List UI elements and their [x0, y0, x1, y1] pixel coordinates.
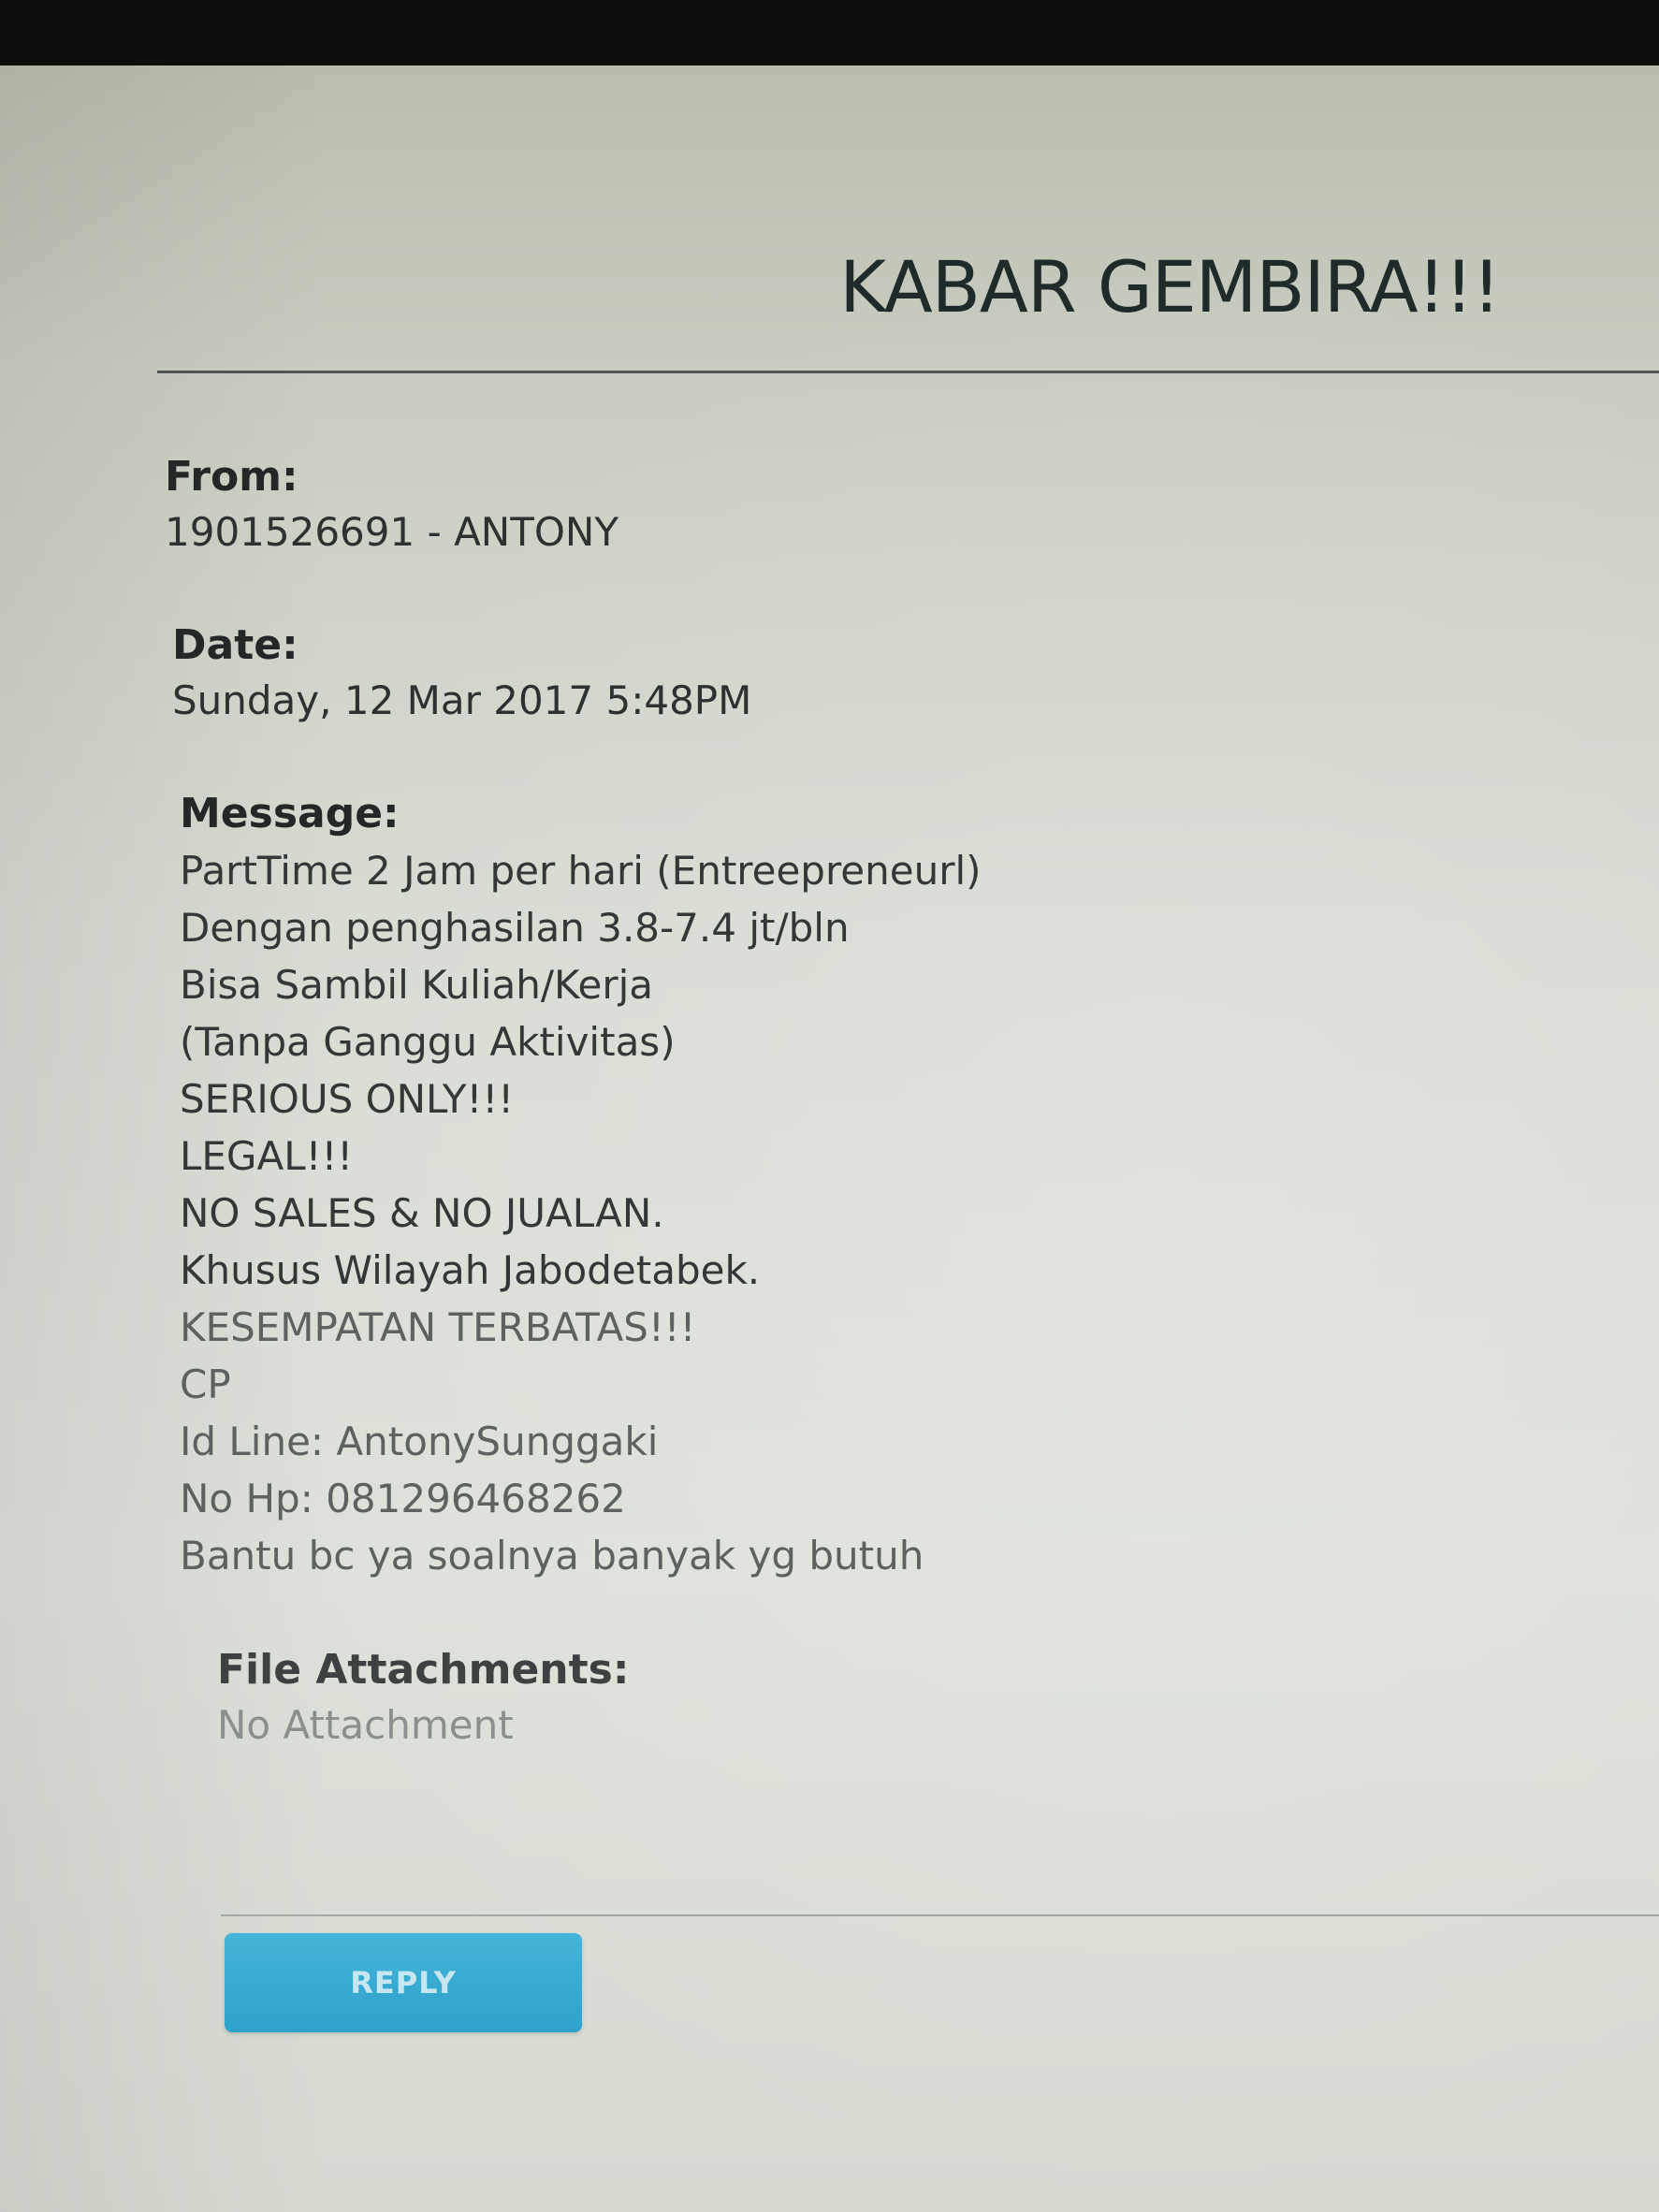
message-line: (Tanpa Ganggu Aktivitas)	[180, 1019, 676, 1065]
message-line: No Hp: 081296468262	[180, 1476, 626, 1521]
message-details: From: 1901526691 - ANTONY Date: Sunday, …	[165, 449, 1381, 1753]
message-line: Id Line: AntonySunggaki	[180, 1419, 659, 1464]
title-divider	[157, 371, 1659, 373]
message-line: NO SALES & NO JUALAN.	[180, 1190, 664, 1236]
date-value: Sunday, 12 Mar 2017 5:48PM	[172, 677, 752, 723]
date-section: Date: Sunday, 12 Mar 2017 5:48PM	[172, 618, 1381, 728]
from-value: 1901526691 - ANTONY	[165, 509, 619, 555]
footer-divider	[221, 1914, 1659, 1916]
message-line: Dengan penghasilan 3.8-7.4 jt/bln	[180, 905, 850, 951]
message-line: Khusus Wilayah Jabodetabek.	[180, 1247, 761, 1293]
message-line: PartTime 2 Jam per hari (Entreepreneurl)	[180, 848, 982, 894]
message-line: KESEMPATAN TERBATAS!!!	[180, 1304, 696, 1350]
message-line: LEGAL!!!	[180, 1133, 354, 1179]
date-label: Date:	[172, 621, 298, 669]
message-label: Message:	[180, 790, 400, 837]
attachments-value: No Attachment	[217, 1702, 514, 1748]
message-section: Message: PartTime 2 Jam per hari (Entree…	[180, 786, 1381, 1584]
message-line: SERIOUS ONLY!!!	[180, 1076, 515, 1122]
message-line: Bisa Sambil Kuliah/Kerja	[180, 962, 653, 1008]
from-label: From:	[165, 453, 298, 501]
message-subject: KABAR GEMBIRA!!!	[839, 245, 1501, 328]
attachments-label: File Attachments:	[217, 1646, 630, 1694]
reply-button[interactable]: REPLY	[225, 1933, 582, 2032]
from-section: From: 1901526691 - ANTONY	[165, 449, 1381, 560]
attachments-section: File Attachments: No Attachment	[217, 1642, 1381, 1753]
message-line: Bantu bc ya soalnya banyak yg butuh	[180, 1533, 924, 1579]
monitor-bezel	[0, 0, 1659, 75]
message-line: CP	[180, 1361, 231, 1407]
message-body: PartTime 2 Jam per hari (Entreepreneurl)…	[180, 842, 1381, 1584]
